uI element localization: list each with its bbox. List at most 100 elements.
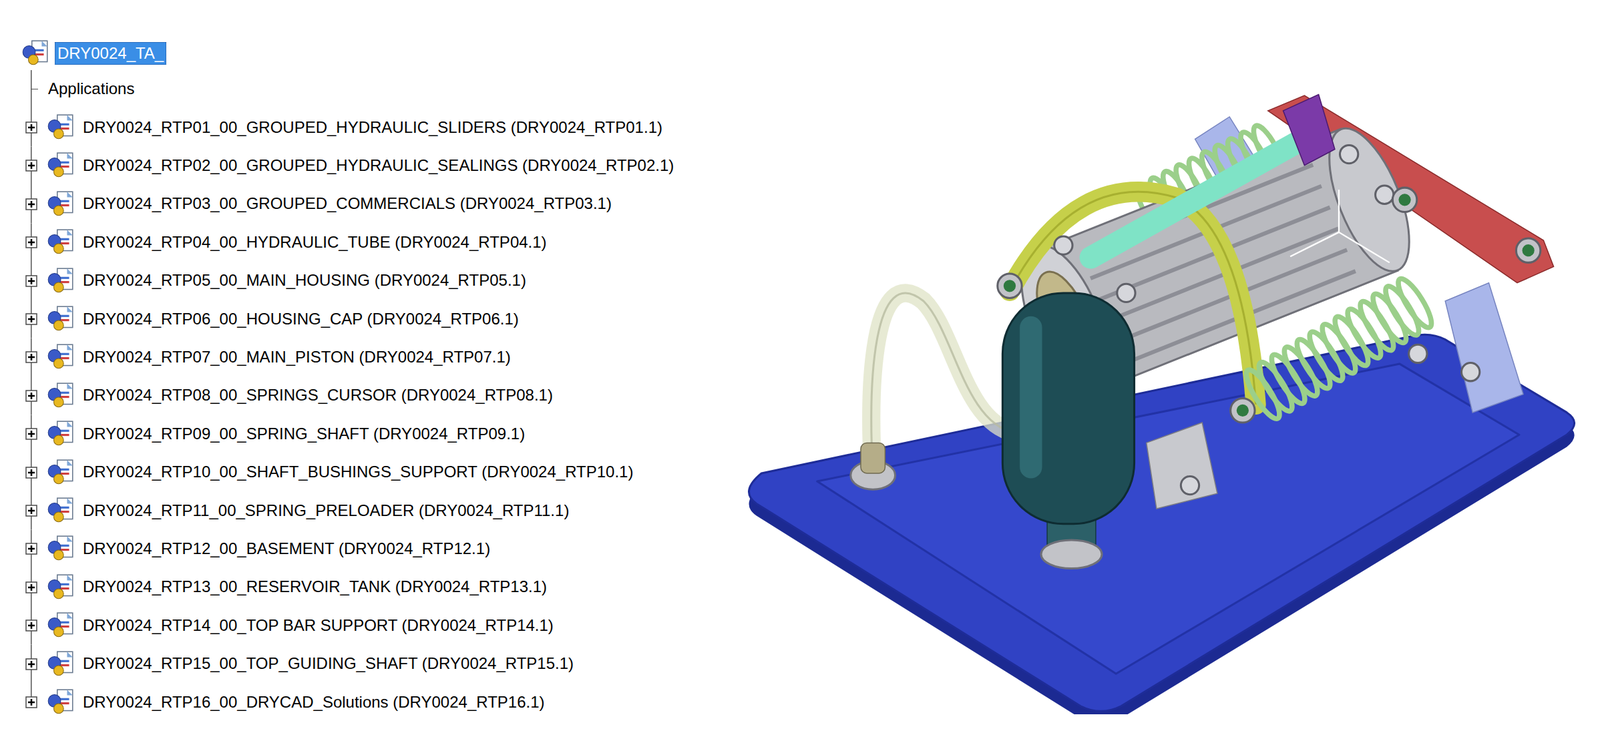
tree-root[interactable]: DRY0024_TA_ — [20, 36, 742, 71]
bolt — [1409, 344, 1428, 363]
expand-icon[interactable] — [25, 351, 38, 364]
tree-connector — [20, 453, 43, 492]
tree-connector — [20, 530, 43, 569]
nut — [1230, 398, 1255, 423]
product-icon — [45, 687, 77, 718]
tank-highlight — [1019, 316, 1042, 479]
nut — [1515, 238, 1540, 263]
expand-icon[interactable] — [25, 236, 38, 249]
tree-item-label[interactable]: DRY0024_RTP04_00_HYDRAULIC_TUBE (DRY0024… — [80, 231, 550, 255]
axis-compass-icon — [1290, 189, 1390, 263]
nut-core — [1236, 404, 1249, 417]
catia-window: DRY0024_TA_ Applications DRY0024_RTP01_0… — [0, 0, 1600, 749]
product-icon — [45, 188, 77, 220]
tank-fitting — [1041, 540, 1102, 569]
tree-item[interactable]: DRY0024_RTP11_00_SPRING_PRELOADER (DRY00… — [20, 491, 742, 530]
expand-icon[interactable] — [25, 389, 38, 403]
bolt — [1054, 236, 1073, 255]
guiding-shaft — [1090, 136, 1309, 258]
tree-connector — [20, 184, 43, 224]
tree-item[interactable]: DRY0024_RTP04_00_HYDRAULIC_TUBE (DRY0024… — [20, 223, 742, 262]
product-icon — [45, 150, 77, 181]
nut-core — [1398, 193, 1411, 206]
tree-item[interactable]: DRY0024_RTP02_00_GROUPED_HYDRAULIC_SEALI… — [20, 146, 742, 185]
expand-icon[interactable] — [25, 542, 38, 555]
tree-item[interactable]: DRY0024_RTP16_00_DRYCAD_Solutions (DRY00… — [20, 683, 742, 722]
tree-item[interactable]: DRY0024_RTP13_00_RESERVOIR_TANK (DRY0024… — [20, 568, 742, 607]
bolt — [1461, 363, 1480, 382]
specification-tree[interactable]: DRY0024_TA_ Applications DRY0024_RTP01_0… — [0, 0, 742, 749]
tree-connector — [20, 261, 43, 300]
tree-connector — [20, 108, 43, 147]
expand-icon[interactable] — [25, 619, 38, 632]
root-label[interactable]: DRY0024_TA_ — [54, 42, 167, 66]
tree-item[interactable]: DRY0024_RTP12_00_BASEMENT (DRY0024_RTP12… — [20, 530, 742, 569]
right-support — [1445, 283, 1524, 413]
expand-icon[interactable] — [25, 466, 38, 479]
applications-label[interactable]: Applications — [47, 77, 137, 101]
tree-item[interactable]: DRY0024_RTP10_00_SHAFT_BUSHINGS_SUPPORT … — [20, 453, 742, 492]
tree-item[interactable]: DRY0024_RTP03_00_GROUPED_COMMERCIALS (DR… — [20, 184, 742, 224]
tree-item[interactable]: DRY0024_RTP05_00_MAIN_HOUSING (DRY0024_R… — [20, 261, 742, 300]
tree-item-label[interactable]: DRY0024_RTP16_00_DRYCAD_Solutions (DRY00… — [80, 691, 548, 715]
expand-icon[interactable] — [25, 159, 38, 172]
tree-item-label[interactable]: DRY0024_RTP15_00_TOP_GUIDING_SHAFT (DRY0… — [80, 652, 577, 676]
tree-item[interactable]: DRY0024_RTP14_00_TOP BAR SUPPORT (DRY002… — [20, 606, 742, 645]
nut-core — [1522, 244, 1535, 257]
expand-icon[interactable] — [25, 198, 38, 211]
3d-viewport[interactable] — [741, 0, 1600, 749]
expand-icon[interactable] — [25, 428, 38, 441]
tree-item[interactable]: DRY0024_RTP06_00_HOUSING_CAP (DRY0024_RT… — [20, 299, 742, 338]
tree-connector — [20, 146, 43, 185]
hydraulic-tube — [871, 293, 1016, 474]
bolt — [1339, 144, 1358, 163]
applications-node[interactable]: Applications — [20, 70, 742, 109]
tree-item[interactable]: DRY0024_RTP09_00_SPRING_SHAFT (DRY0024_R… — [20, 415, 742, 454]
tree-connector — [20, 683, 43, 722]
tree-item-label[interactable]: DRY0024_RTP11_00_SPRING_PRELOADER (DRY00… — [80, 499, 572, 523]
tree-item-label[interactable]: DRY0024_RTP12_00_BASEMENT (DRY0024_RTP12… — [80, 537, 493, 561]
bolt — [1375, 185, 1394, 204]
tree-connector — [20, 491, 43, 530]
nut — [997, 273, 1022, 298]
tree-item-label[interactable]: DRY0024_RTP03_00_GROUPED_COMMERCIALS (DR… — [80, 192, 615, 216]
product-icon — [45, 227, 77, 258]
expand-icon[interactable] — [25, 504, 38, 517]
tree-item-label[interactable]: DRY0024_RTP09_00_SPRING_SHAFT (DRY0024_R… — [80, 422, 528, 447]
tree-item-label[interactable]: DRY0024_RTP06_00_HOUSING_CAP (DRY0024_RT… — [80, 307, 522, 332]
product-icon — [45, 572, 77, 604]
expand-icon[interactable] — [25, 658, 38, 671]
tree-item-label[interactable]: DRY0024_RTP05_00_MAIN_HOUSING (DRY0024_R… — [80, 269, 529, 293]
product-icon — [45, 495, 77, 527]
tree-item-label[interactable]: DRY0024_RTP01_00_GROUPED_HYDRAULIC_SLIDE… — [80, 116, 666, 140]
expand-icon[interactable] — [25, 696, 38, 709]
expand-icon[interactable] — [25, 121, 38, 134]
expand-icon[interactable] — [25, 313, 38, 326]
product-icon — [45, 265, 77, 297]
expand-icon[interactable] — [25, 275, 38, 288]
tree-item-label[interactable]: DRY0024_RTP08_00_SPRINGS_CURSOR (DRY0024… — [80, 383, 556, 408]
housing-foot — [1146, 422, 1218, 509]
tree-item[interactable]: DRY0024_RTP01_00_GROUPED_HYDRAULIC_SLIDE… — [20, 108, 742, 147]
expand-icon[interactable] — [25, 581, 38, 594]
tree-item-label[interactable]: DRY0024_RTP07_00_MAIN_PISTON (DRY0024_RT… — [80, 345, 514, 370]
tree-connector — [20, 299, 43, 338]
assembly-model[interactable] — [741, 93, 1580, 715]
tree-item[interactable]: DRY0024_RTP08_00_SPRINGS_CURSOR (DRY0024… — [20, 376, 742, 415]
product-icon — [45, 418, 77, 450]
reservoir-tank — [1002, 293, 1134, 525]
tree-connector — [20, 415, 43, 454]
tube-edge — [871, 293, 1016, 474]
tree-item-label[interactable]: DRY0024_RTP02_00_GROUPED_HYDRAULIC_SEALI… — [80, 154, 677, 178]
tree-item-label[interactable]: DRY0024_RTP13_00_RESERVOIR_TANK (DRY0024… — [80, 575, 550, 599]
tree-connector — [20, 568, 43, 607]
tree-item-label[interactable]: DRY0024_RTP14_00_TOP BAR SUPPORT (DRY002… — [80, 614, 557, 638]
product-icon — [45, 649, 77, 680]
tree-item[interactable]: DRY0024_RTP15_00_TOP_GUIDING_SHAFT (DRY0… — [20, 645, 742, 684]
tree-item[interactable]: DRY0024_RTP07_00_MAIN_PISTON (DRY0024_RT… — [20, 338, 742, 377]
product-icon — [20, 38, 51, 69]
tree-connector — [20, 338, 43, 377]
product-icon — [45, 341, 77, 373]
tree-item-label[interactable]: DRY0024_RTP10_00_SHAFT_BUSHINGS_SUPPORT … — [80, 460, 636, 485]
tree-connector — [20, 376, 43, 415]
